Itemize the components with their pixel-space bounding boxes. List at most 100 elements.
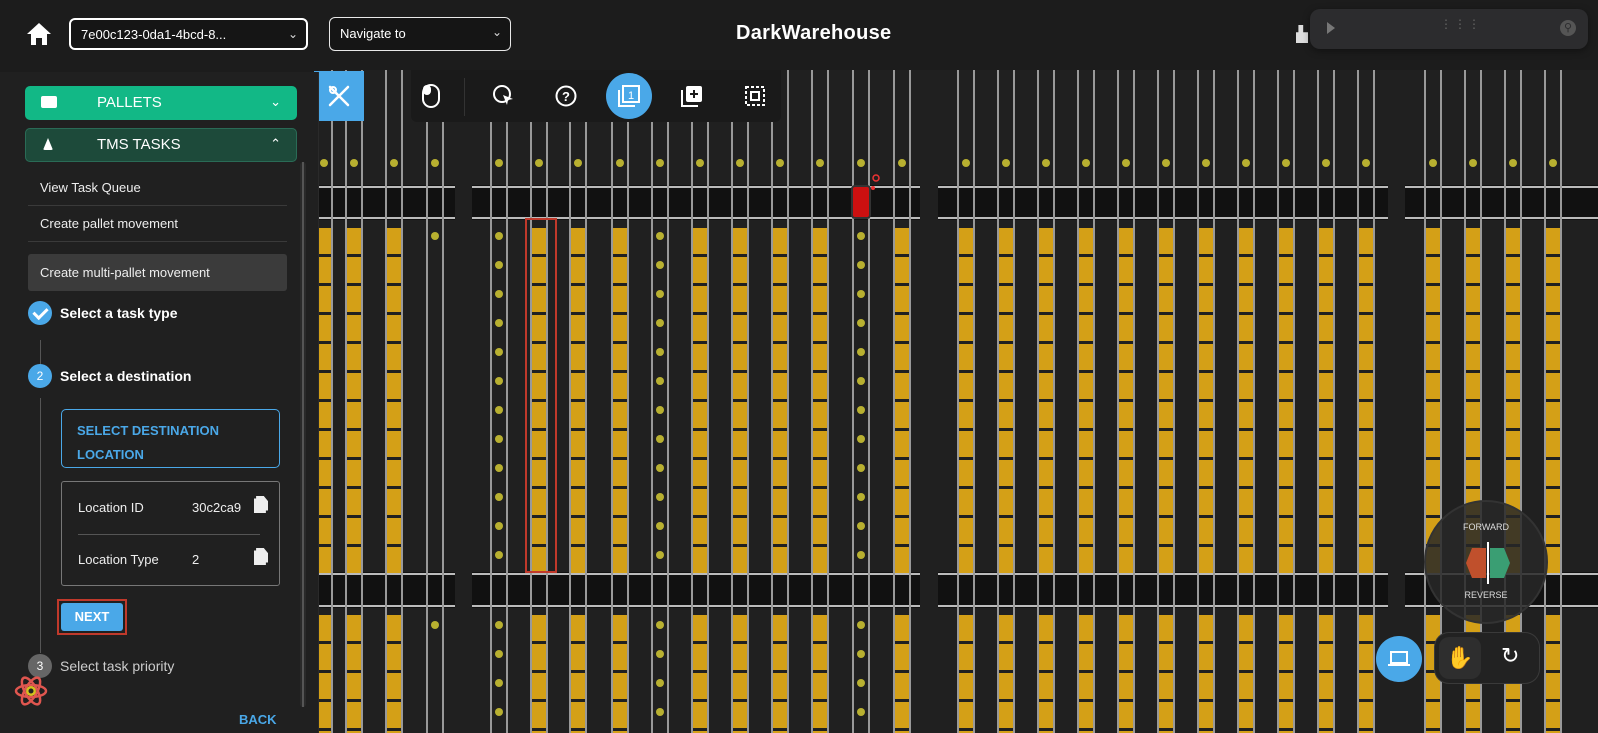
pallet [1039, 547, 1053, 573]
pallet [347, 518, 361, 544]
warehouse-map[interactable] [319, 70, 1598, 733]
hand-icon[interactable]: ✋ [1439, 637, 1481, 679]
pallet [1359, 257, 1373, 283]
location-id-label: Location ID [78, 500, 144, 515]
pallet [347, 402, 361, 428]
react-logo-icon[interactable] [13, 673, 49, 709]
pallet [999, 286, 1013, 312]
pallet [571, 344, 585, 370]
menu-view-task-queue[interactable]: View Task Queue [28, 170, 287, 206]
pallet [1279, 228, 1293, 254]
pallet [1079, 344, 1093, 370]
pallet [1159, 702, 1173, 728]
back-button[interactable]: BACK [239, 712, 277, 727]
menu-create-pallet-movement[interactable]: Create pallet movement [28, 206, 287, 242]
pallet [693, 673, 707, 699]
single-select-button[interactable]: 1 [606, 73, 652, 119]
node-dot [495, 261, 503, 269]
laptop-view-button[interactable] [1376, 636, 1422, 682]
pallet [813, 373, 827, 399]
scrollbar-thumb[interactable] [302, 162, 304, 707]
pallet [347, 644, 361, 670]
mouse-mode-button[interactable] [408, 73, 454, 119]
tools-toggle-button[interactable] [314, 71, 364, 121]
pallet [1426, 373, 1440, 399]
pallet [1466, 460, 1480, 486]
pallet [1546, 431, 1560, 457]
pallet [532, 402, 546, 428]
select-destination-button[interactable]: SELECT DESTINATION LOCATION [61, 409, 280, 468]
pallet [1426, 702, 1440, 728]
pallet [1319, 402, 1333, 428]
reset-view-icon[interactable]: ↻ [1501, 643, 1519, 669]
search-icon[interactable]: ⚲ [1560, 20, 1576, 36]
play-icon[interactable] [1327, 22, 1335, 34]
node-dot [495, 290, 503, 298]
node-dot [1002, 159, 1010, 167]
pallet [733, 489, 747, 515]
pallet [693, 547, 707, 573]
pallet [1079, 228, 1093, 254]
location-id-row: Location ID 30c2ca9 [78, 482, 278, 535]
drive-compass[interactable]: FORWARD REVERSE [1424, 500, 1548, 624]
copy-icon[interactable] [254, 496, 268, 513]
help-button[interactable]: ? [543, 73, 589, 119]
menu-create-multi-pallet-movement[interactable]: Create multi-pallet movement [28, 254, 287, 291]
forward-arrow-icon[interactable] [1490, 548, 1510, 578]
node-dot [535, 159, 543, 167]
cursor-target-button[interactable] [481, 73, 527, 119]
joystick-stick[interactable] [1487, 542, 1489, 584]
pallet [773, 257, 787, 283]
pallet [959, 286, 973, 312]
navigate-select[interactable]: Navigate to ⌄ [329, 17, 511, 51]
pallet [613, 431, 627, 457]
pallet [613, 518, 627, 544]
box-select-button[interactable] [732, 73, 778, 119]
copy-icon[interactable] [254, 548, 268, 565]
add-select-button[interactable] [669, 73, 715, 119]
user-icon[interactable] [1296, 25, 1308, 43]
pallet [1239, 673, 1253, 699]
node-dot [431, 159, 439, 167]
aisle-rail [938, 185, 1388, 220]
pallet [1119, 286, 1133, 312]
pallet [813, 489, 827, 515]
pallet [773, 489, 787, 515]
pallet [1279, 402, 1293, 428]
next-button[interactable]: NEXT [61, 603, 123, 631]
pallet [1039, 286, 1053, 312]
node-dot [776, 159, 784, 167]
pallet [1359, 315, 1373, 341]
pallet [813, 431, 827, 457]
home-icon[interactable] [26, 22, 52, 46]
pallet [1319, 518, 1333, 544]
pallet [347, 286, 361, 312]
pallet [1159, 344, 1173, 370]
step-label: Select a destination [60, 368, 192, 384]
reverse-arrow-icon[interactable] [1466, 548, 1486, 578]
pallet [1359, 344, 1373, 370]
warehouse-layout[interactable] [319, 70, 1598, 733]
devtools-panel[interactable]: ⋮⋮⋮ ⚲ [1310, 9, 1588, 49]
accordion-pallets[interactable]: PALLETS ⌄ [25, 86, 297, 120]
pallet [347, 431, 361, 457]
drag-handle-icon[interactable]: ⋮⋮⋮ [1440, 18, 1482, 30]
accordion-tms-tasks[interactable]: TMS TASKS ⌃ [25, 128, 297, 162]
pallet [959, 673, 973, 699]
pallet [1039, 518, 1053, 544]
pallet [1039, 489, 1053, 515]
pallet [347, 460, 361, 486]
pallet [1506, 228, 1520, 254]
robot-select[interactable]: 7e00c123-0da1-4bcd-8... ⌄ [69, 18, 308, 50]
pallet [1039, 402, 1053, 428]
step-destination: 2 Select a destination [25, 360, 285, 396]
pan-controls: ✋ ↻ [1435, 633, 1539, 683]
pallet [1546, 257, 1560, 283]
node-dot [495, 406, 503, 414]
pallet [773, 315, 787, 341]
pallet [1466, 344, 1480, 370]
pallet [1359, 460, 1373, 486]
pallet [613, 673, 627, 699]
node-dot [1082, 159, 1090, 167]
sidebar-scrollbar[interactable] [300, 162, 306, 707]
